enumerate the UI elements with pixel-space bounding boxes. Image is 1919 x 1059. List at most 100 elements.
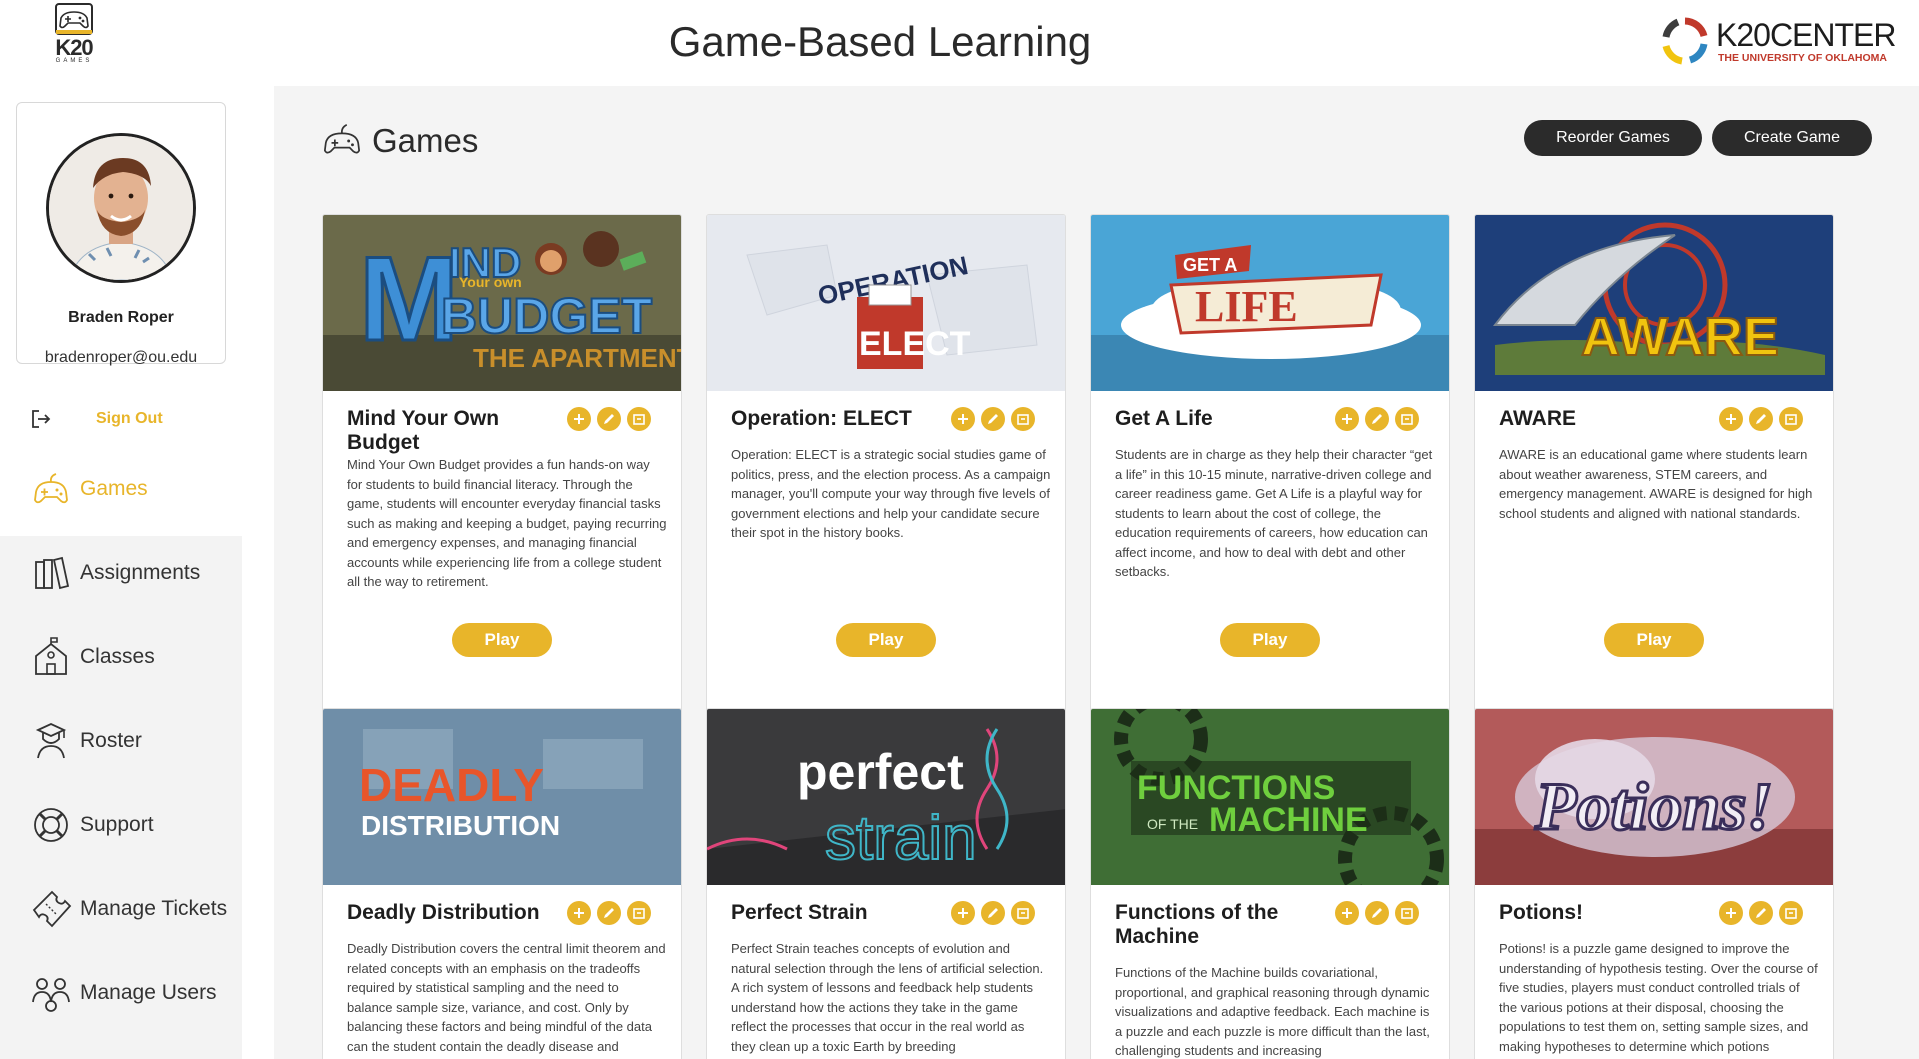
k20-center-logo[interactable]: K20CENTER THE UNIVERSITY OF OKLAHOMA — [1660, 16, 1896, 66]
sidebar-item-manage-users[interactable]: Manage Users — [0, 948, 242, 1040]
game-banner[interactable]: Potions! — [1475, 709, 1833, 885]
game-banner[interactable]: LIFE GET A — [1091, 215, 1449, 391]
edit-button[interactable] — [1749, 407, 1773, 431]
game-title: Mind Your Own Budget — [347, 407, 500, 454]
svg-text:THE APARTMENT: THE APARTMENT — [473, 343, 682, 373]
sidebar-item-label: Support — [80, 813, 154, 836]
edit-button[interactable] — [981, 901, 1005, 925]
game-banner[interactable]: FUNCTIONS OF THE MACHINE — [1091, 709, 1449, 885]
archive-button[interactable] — [627, 407, 651, 431]
pencil-icon — [988, 414, 998, 424]
page-title: Game-Based Learning — [668, 18, 1092, 65]
partner-logo-subtext: THE UNIVERSITY OF OKLAHOMA — [1718, 52, 1887, 64]
svg-text:LIFE: LIFE — [1195, 282, 1298, 331]
archive-icon — [1401, 908, 1413, 919]
sidebar-item-label: Manage Tickets — [80, 897, 228, 920]
sidebar-item-roster[interactable]: Roster — [0, 696, 242, 788]
add-button[interactable] — [951, 407, 975, 431]
plus-icon — [1342, 908, 1352, 918]
top-bar: K20 GAMES Game-Based Learning K20CENTER … — [0, 0, 1919, 86]
game-card-potions: Potions! Potions! Potions! is a puzzle g… — [1474, 708, 1834, 1059]
user-name: Braden Roper — [68, 309, 174, 326]
game-banner[interactable]: AWARE — [1475, 215, 1833, 391]
game-description: Deadly Distribution covers the central l… — [347, 941, 666, 1054]
lifebuoy-icon — [34, 808, 68, 842]
game-banner[interactable]: M IND Your own BUDGET THE APARTMENT — [323, 215, 682, 391]
svg-text:ELECT: ELECT — [859, 325, 971, 363]
game-title: Get A Life — [1115, 407, 1213, 430]
svg-text:OF THE: OF THE — [1147, 816, 1198, 832]
plus-icon — [1342, 414, 1352, 424]
pencil-icon — [988, 908, 998, 918]
add-button[interactable] — [951, 901, 975, 925]
sidebar-item-manage-tickets[interactable]: Manage Tickets — [0, 864, 242, 956]
section-title: Games — [372, 122, 479, 159]
sidebar-item-support[interactable]: Support — [0, 780, 242, 872]
svg-text:DISTRIBUTION: DISTRIBUTION — [361, 810, 560, 841]
play-button[interactable]: Play — [836, 623, 936, 657]
archive-button[interactable] — [627, 901, 651, 925]
game-banner-art: OPERATION ELECT — [707, 215, 1065, 391]
add-button[interactable] — [1719, 901, 1743, 925]
game-description: AWARE is an educational game where stude… — [1499, 447, 1813, 521]
pencil-icon — [1756, 414, 1766, 424]
game-banner-art: M IND Your own BUDGET THE APARTMENT — [323, 215, 682, 391]
gamepad-icon — [323, 123, 361, 154]
play-button[interactable]: Play — [452, 623, 552, 657]
archive-icon — [1017, 908, 1029, 919]
schoolhouse-icon — [35, 637, 67, 675]
sidebar-item-games[interactable]: Games — [0, 444, 242, 536]
game-banner-art: AWARE — [1475, 215, 1833, 391]
play-button[interactable]: Play — [1220, 623, 1320, 657]
game-title: Potions! — [1499, 901, 1583, 924]
add-button[interactable] — [567, 901, 591, 925]
sidebar-item-label: Games — [80, 477, 148, 500]
game-actions — [1719, 901, 1829, 929]
game-actions — [1335, 407, 1445, 435]
partner-logo-text: K20CENTER — [1716, 17, 1896, 53]
game-banner[interactable]: DEADLY DISTRIBUTION — [323, 709, 681, 885]
avatar[interactable] — [46, 133, 196, 283]
archive-icon — [1785, 908, 1797, 919]
game-description: Functions of the Machine builds covariat… — [1115, 965, 1430, 1058]
pencil-icon — [604, 414, 614, 424]
books-icon — [35, 556, 70, 590]
sidebar-item-classes[interactable]: Classes — [0, 612, 242, 704]
svg-text:DEADLY: DEADLY — [359, 759, 544, 811]
create-game-button[interactable]: Create Game — [1712, 120, 1872, 156]
add-button[interactable] — [1335, 407, 1359, 431]
edit-button[interactable] — [597, 407, 621, 431]
archive-icon — [1401, 414, 1413, 425]
play-button[interactable]: Play — [1604, 623, 1704, 657]
add-button[interactable] — [1335, 901, 1359, 925]
archive-button[interactable] — [1779, 901, 1803, 925]
svg-text:Potions!: Potions! — [1534, 768, 1773, 844]
k20-ring-icon — [1662, 17, 1708, 65]
archive-button[interactable] — [1395, 901, 1419, 925]
edit-button[interactable] — [981, 407, 1005, 431]
archive-button[interactable] — [1779, 407, 1803, 431]
ticket-icon — [32, 890, 72, 928]
profile-card: Braden Roper bradenroper@ou.edu — [16, 102, 226, 366]
game-banner[interactable]: perfect strain — [707, 709, 1065, 885]
archive-button[interactable] — [1395, 407, 1419, 431]
add-button[interactable] — [567, 407, 591, 431]
edit-button[interactable] — [1365, 407, 1389, 431]
archive-button[interactable] — [1011, 407, 1035, 431]
main-content: Games Reorder Games Create Game M IND Yo… — [274, 86, 1919, 1059]
game-card-mind-your-own-budget: M IND Your own BUDGET THE APARTMENT Mind… — [322, 214, 682, 762]
edit-button[interactable] — [1365, 901, 1389, 925]
archive-button[interactable] — [1011, 901, 1035, 925]
svg-text:strain: strain — [825, 804, 977, 873]
game-banner[interactable]: OPERATION ELECT — [707, 215, 1065, 391]
sign-out-button[interactable]: Sign Out — [30, 406, 230, 436]
edit-button[interactable] — [1749, 901, 1773, 925]
game-actions — [951, 407, 1061, 435]
plus-icon — [958, 414, 968, 424]
users-icon — [32, 978, 70, 1012]
sidebar-item-assignments[interactable]: Assignments — [0, 528, 242, 620]
game-description: Perfect Strain teaches concepts of evolu… — [731, 941, 1044, 1054]
reorder-games-button[interactable]: Reorder Games — [1524, 120, 1702, 156]
edit-button[interactable] — [597, 901, 621, 925]
add-button[interactable] — [1719, 407, 1743, 431]
